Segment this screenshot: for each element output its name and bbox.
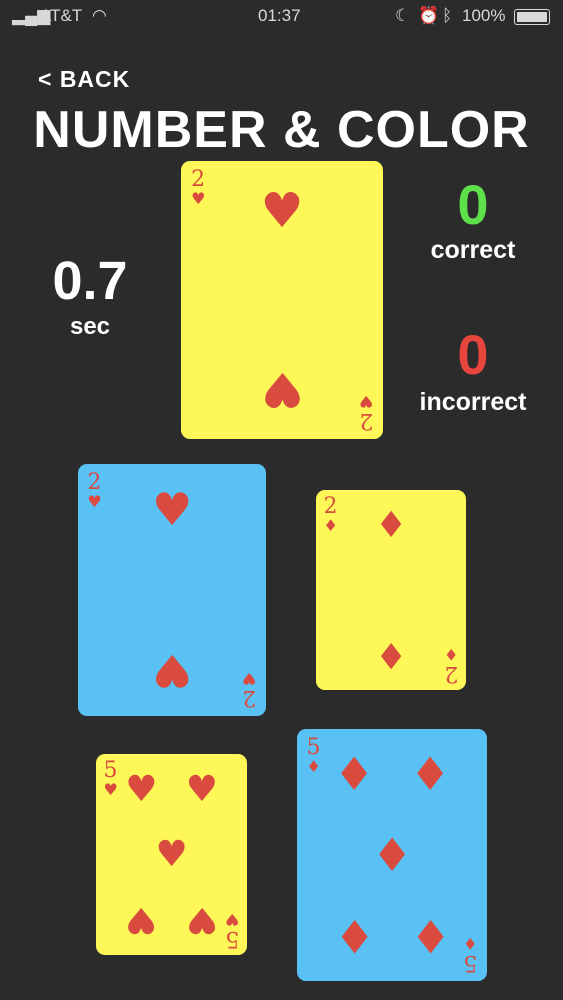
diamond-icon: ♦ [409, 908, 451, 963]
card-rank: 2 [191, 167, 206, 193]
card-corner-bottom: 2 ♥ [242, 669, 257, 711]
card-rank: 2 [358, 407, 373, 433]
card-rank: 5 [463, 950, 478, 976]
heart-icon: ♥ [155, 833, 188, 875]
heart-icon: ♥ [87, 491, 102, 511]
back-button[interactable]: < BACK [38, 66, 130, 93]
diamond-icon: ♦ [375, 634, 408, 675]
card-corner-top: 2 ♦ [324, 496, 338, 534]
card-corner-bottom: 5 ♦ [463, 934, 478, 976]
correct-count: 0 [457, 173, 489, 236]
carrier-label: AT&T [40, 6, 83, 25]
clock: 01:37 [258, 6, 301, 25]
heart-icon: ♥ [358, 391, 373, 411]
diamond-icon: ♦ [333, 747, 375, 802]
heart-icon: ♥ [225, 909, 240, 929]
card-rank: 2 [87, 469, 102, 495]
diamond-icon: ♦ [333, 908, 375, 963]
wifi-icon: ◠ [92, 6, 107, 25]
battery-icon [514, 9, 550, 25]
timer-value: 0.7 [52, 251, 128, 311]
card-rank: 2 [323, 494, 338, 519]
bluetooth-icon: ᛒ [442, 6, 453, 25]
card-rank: 2 [242, 685, 257, 711]
timer-unit: sec [69, 313, 111, 340]
card-corner-top: 5 ♦ [306, 734, 321, 776]
heart-icon: ♥ [152, 482, 193, 536]
heart-icon: ♥ [152, 644, 193, 698]
diamond-icon: ♦ [409, 747, 451, 802]
card-corner-bottom: 2 ♦ [444, 645, 459, 686]
page-title: NUMBER & COLOR [33, 101, 530, 159]
diamond-icon: ♦ [306, 756, 321, 776]
incorrect-label: incorrect [419, 388, 527, 416]
card-corner-top: 5 ♥ [104, 760, 118, 798]
card-rank: 5 [103, 758, 118, 784]
diamond-icon: ♦ [323, 516, 338, 535]
heart-icon: ♥ [191, 189, 206, 209]
card-rank: 2 [444, 661, 459, 686]
card-corner-bottom: 5 ♥ [225, 909, 240, 951]
diamond-icon: ♦ [375, 505, 408, 546]
incorrect-count: 0 [457, 323, 489, 386]
alarm-icon: ⏰ [418, 6, 440, 25]
card-corner-top: 2 ♥ [87, 469, 102, 511]
heart-icon: ♥ [260, 360, 304, 417]
target-card: 2 ♥ 2 ♥ ♥ ♥ [181, 161, 383, 439]
status-bar: ▂▄▆ AT&T ◠ 01:37 ☾ ⏰ ᛒ 100% [0, 0, 563, 32]
moon-icon: ☾ [395, 6, 411, 25]
card-rank: 5 [306, 734, 321, 760]
heart-icon: ♥ [125, 898, 158, 940]
option-card-2-hearts-blue[interactable]: 2 ♥ 2 ♥ ♥ ♥ [78, 464, 266, 716]
option-card-5-hearts-yellow[interactable]: 5 ♥ 5 ♥ ♥ ♥ ♥ ♥ ♥ [96, 754, 247, 955]
option-card-2-diamonds-yellow[interactable]: 2 ♦ 2 ♦ ♦ ♦ [316, 490, 466, 690]
diamond-icon: ♦ [444, 645, 459, 664]
heart-icon: ♥ [125, 769, 158, 811]
diamond-icon: ♦ [371, 828, 413, 882]
heart-icon: ♥ [185, 769, 218, 811]
card-corner-top: 2 ♥ [191, 169, 205, 207]
heart-icon: ♥ [242, 669, 257, 689]
card-corner-bottom: 2 ♥ [358, 391, 373, 433]
correct-label: correct [430, 236, 516, 264]
heart-icon: ♥ [260, 183, 304, 240]
heart-icon: ♥ [185, 898, 218, 940]
diamond-icon: ♦ [463, 934, 478, 954]
heart-icon: ♥ [103, 780, 118, 800]
battery-percent: 100% [462, 6, 506, 25]
option-card-5-diamonds-blue[interactable]: 5 ♦ 5 ♦ ♦ ♦ ♦ ♦ ♦ [297, 729, 487, 981]
card-rank: 5 [225, 925, 240, 951]
